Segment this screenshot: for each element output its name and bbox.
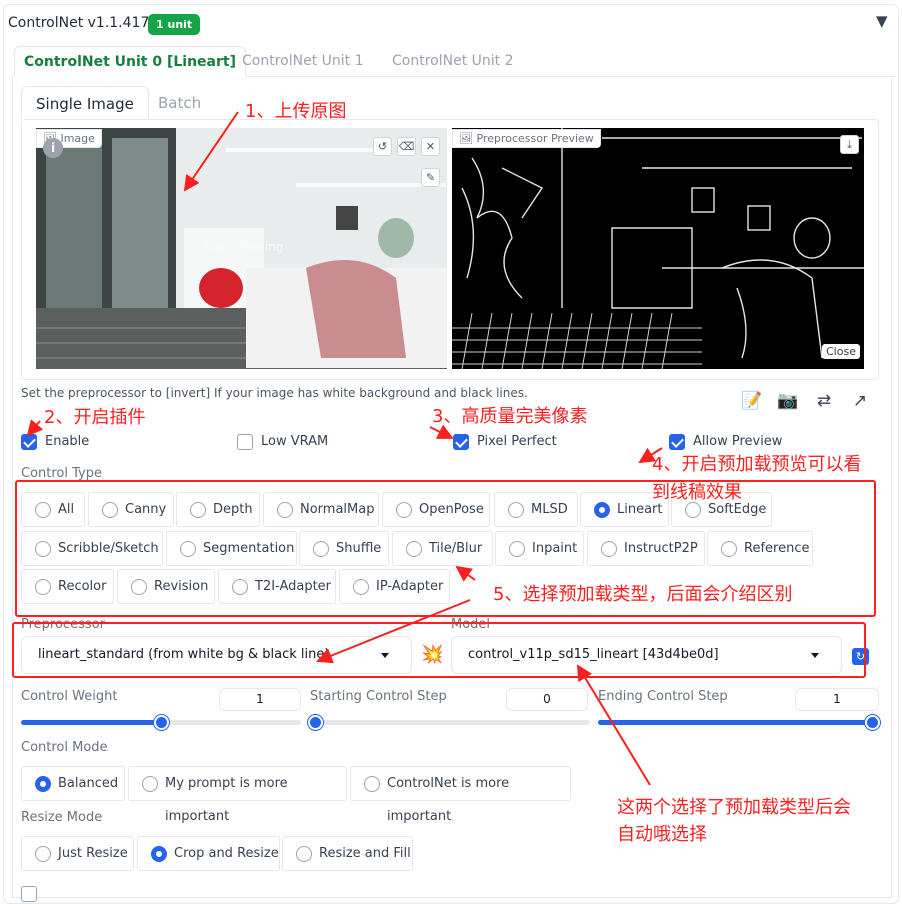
- annotation-pixel-perfect: 3、高质量完美像素: [432, 406, 588, 427]
- annotation-preview-line1: 4、开启预加载预览可以看: [652, 454, 862, 475]
- control-mode-controlnet[interactable]: ControlNet is more important: [350, 766, 571, 824]
- preprocessor-preview-image: [452, 128, 864, 369]
- undo-icon[interactable]: ↺: [373, 137, 392, 156]
- annotation-control-type: 5、选择预加载类型，后面会介绍区别: [493, 584, 793, 605]
- tab-batch[interactable]: Batch: [144, 86, 215, 120]
- low-vram-label: Low VRAM: [261, 434, 329, 449]
- control-weight-slider[interactable]: [21, 715, 301, 730]
- download-icon[interactable]: ⤓: [840, 135, 859, 154]
- preview-label: 🖼 Preprocessor Preview: [452, 129, 601, 148]
- close-preview-button[interactable]: Close: [822, 344, 860, 359]
- tab-unit-1[interactable]: ControlNet Unit 1: [236, 46, 370, 77]
- starting-step-slider[interactable]: [308, 715, 590, 730]
- brush-icon[interactable]: ✎: [421, 168, 440, 187]
- ending-step-input[interactable]: 1: [795, 688, 879, 711]
- collapse-icon[interactable]: ▼: [876, 12, 888, 30]
- pixel-perfect-label: Pixel Perfect: [477, 434, 557, 449]
- pixel-perfect-checkbox[interactable]: [453, 434, 469, 450]
- annotation-upload: 1、上传原图: [245, 101, 347, 122]
- annotation-preview-line2: 到线稿效果: [652, 482, 742, 503]
- camera-icon[interactable]: 📷: [774, 387, 802, 415]
- control-mode-balanced[interactable]: Balanced: [21, 766, 125, 801]
- annotation-auto-select-line2: 自动哦选择: [617, 824, 707, 845]
- allow-preview-label: Allow Preview: [693, 434, 783, 449]
- control-weight-label: Control Weight: [21, 689, 118, 704]
- invert-hint: Set the preprocessor to [invert] If your…: [21, 386, 528, 400]
- start-drawing-overlay: Start drawing: [202, 240, 284, 254]
- low-vram-checkbox[interactable]: [237, 434, 253, 450]
- control-weight-input[interactable]: 1: [219, 688, 301, 711]
- enable-label: Enable: [45, 434, 90, 449]
- allow-preview-checkbox[interactable]: [669, 434, 685, 450]
- control-type-label: Control Type: [21, 466, 102, 481]
- ending-step-slider[interactable]: [598, 715, 880, 730]
- tab-unit-2[interactable]: ControlNet Unit 2: [386, 46, 520, 77]
- starting-step-label: Starting Control Step: [310, 689, 447, 704]
- tab-unit-0[interactable]: ControlNet Unit 0 [Lineart]: [14, 46, 246, 77]
- resize-mode-label: Resize Mode: [21, 810, 103, 825]
- bottom-checkbox[interactable]: [21, 886, 37, 902]
- control-mode-prompt[interactable]: My prompt is more important: [128, 766, 347, 824]
- edit-icon[interactable]: 📝: [738, 387, 766, 415]
- send-icon[interactable]: ↗: [846, 387, 874, 415]
- annotation-auto-select-line1: 这两个选择了预加载类型后会: [617, 797, 851, 818]
- control-mode-label: Control Mode: [21, 740, 108, 755]
- close-icon[interactable]: ✕: [421, 137, 440, 156]
- tab-single-image[interactable]: Single Image: [21, 86, 149, 120]
- starting-step-input[interactable]: 0: [506, 688, 588, 711]
- enable-checkbox[interactable]: [21, 434, 37, 450]
- annotation-enable: 2、开启插件: [44, 407, 146, 428]
- swap-icon[interactable]: ⇄: [810, 387, 838, 415]
- ending-step-label: Ending Control Step: [598, 689, 728, 704]
- info-icon: i: [43, 138, 63, 158]
- eraser-icon[interactable]: ⌫: [397, 137, 416, 156]
- resize-mode-crop-and-resize[interactable]: Crop and Resize: [137, 836, 280, 871]
- resize-mode-resize-and-fill[interactable]: Resize and Fill: [282, 836, 413, 871]
- panel-title: ControlNet v1.1.417: [8, 15, 150, 31]
- unit-count-badge: 1 unit: [148, 14, 201, 35]
- resize-mode-just-resize[interactable]: Just Resize: [21, 836, 134, 871]
- preprocessor-model-highlight-box: [12, 622, 866, 678]
